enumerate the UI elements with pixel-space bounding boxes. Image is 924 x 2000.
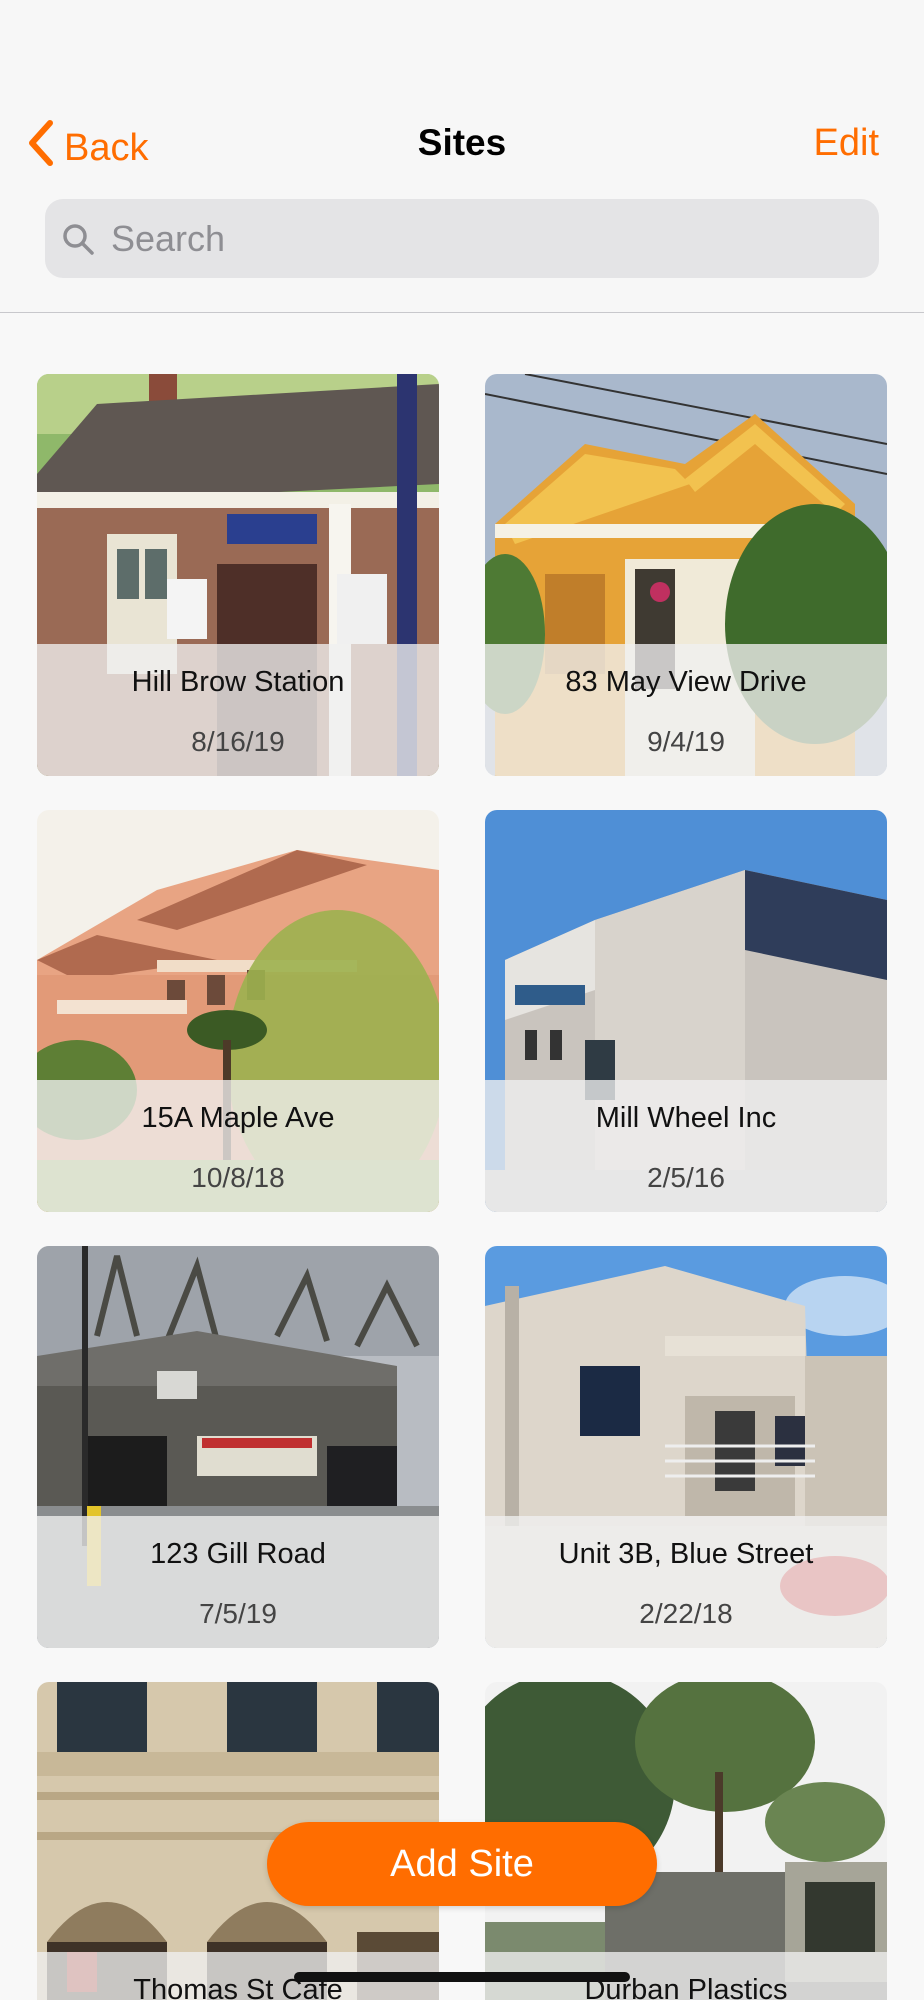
site-card[interactable]: Mill Wheel Inc 2/5/16 — [485, 810, 887, 1212]
navigation-bar: Back Sites Edit — [0, 0, 924, 313]
card-caption: Mill Wheel Inc 2/5/16 — [485, 1080, 887, 1212]
site-date: 2/22/18 — [639, 1598, 733, 1629]
edit-button[interactable]: Edit — [814, 122, 879, 165]
site-card[interactable]: 15A Maple Ave 10/8/18 — [37, 810, 439, 1212]
card-caption: Unit 3B, Blue Street 2/22/18 — [485, 1516, 887, 1648]
card-caption: 83 May View Drive 9/4/19 — [485, 644, 887, 776]
card-caption: 123 Gill Road 7/5/19 — [37, 1516, 439, 1648]
search-icon — [59, 220, 97, 258]
page-title: Sites — [417, 122, 507, 163]
site-date: 2/5/16 — [647, 1162, 725, 1193]
site-name: 15A Maple Ave — [141, 1102, 335, 1134]
site-date: 9/4/19 — [647, 726, 725, 757]
site-card[interactable]: 123 Gill Road 7/5/19 — [37, 1246, 439, 1648]
site-card[interactable]: Unit 3B, Blue Street 2/22/18 — [485, 1246, 887, 1648]
site-name: Mill Wheel Inc — [595, 1102, 777, 1134]
site-date: 7/5/19 — [199, 1598, 277, 1629]
search-input[interactable] — [109, 216, 853, 261]
sites-grid: Hill Brow Station 8/16/19 83 May View Dr… — [37, 374, 887, 2000]
sites-screen: Back Sites Edit Search Hill Brow Station… — [0, 0, 924, 2000]
card-caption: Hill Brow Station 8/16/19 — [37, 644, 439, 776]
search-bar[interactable] — [45, 199, 879, 278]
site-card[interactable]: Hill Brow Station 8/16/19 — [37, 374, 439, 776]
home-indicator[interactable] — [294, 1972, 630, 1982]
site-card[interactable]: 83 May View Drive 9/4/19 — [485, 374, 887, 776]
site-name: 123 Gill Road — [150, 1538, 326, 1570]
site-name: Hill Brow Station — [131, 666, 345, 698]
site-date: 8/16/19 — [191, 726, 285, 757]
card-caption: 15A Maple Ave 10/8/18 — [37, 1080, 439, 1212]
site-name: Unit 3B, Blue Street — [558, 1538, 814, 1570]
site-date: 10/8/18 — [191, 1162, 285, 1193]
site-name: 83 May View Drive — [565, 666, 807, 698]
add-site-button[interactable]: Add Site — [267, 1822, 657, 1906]
